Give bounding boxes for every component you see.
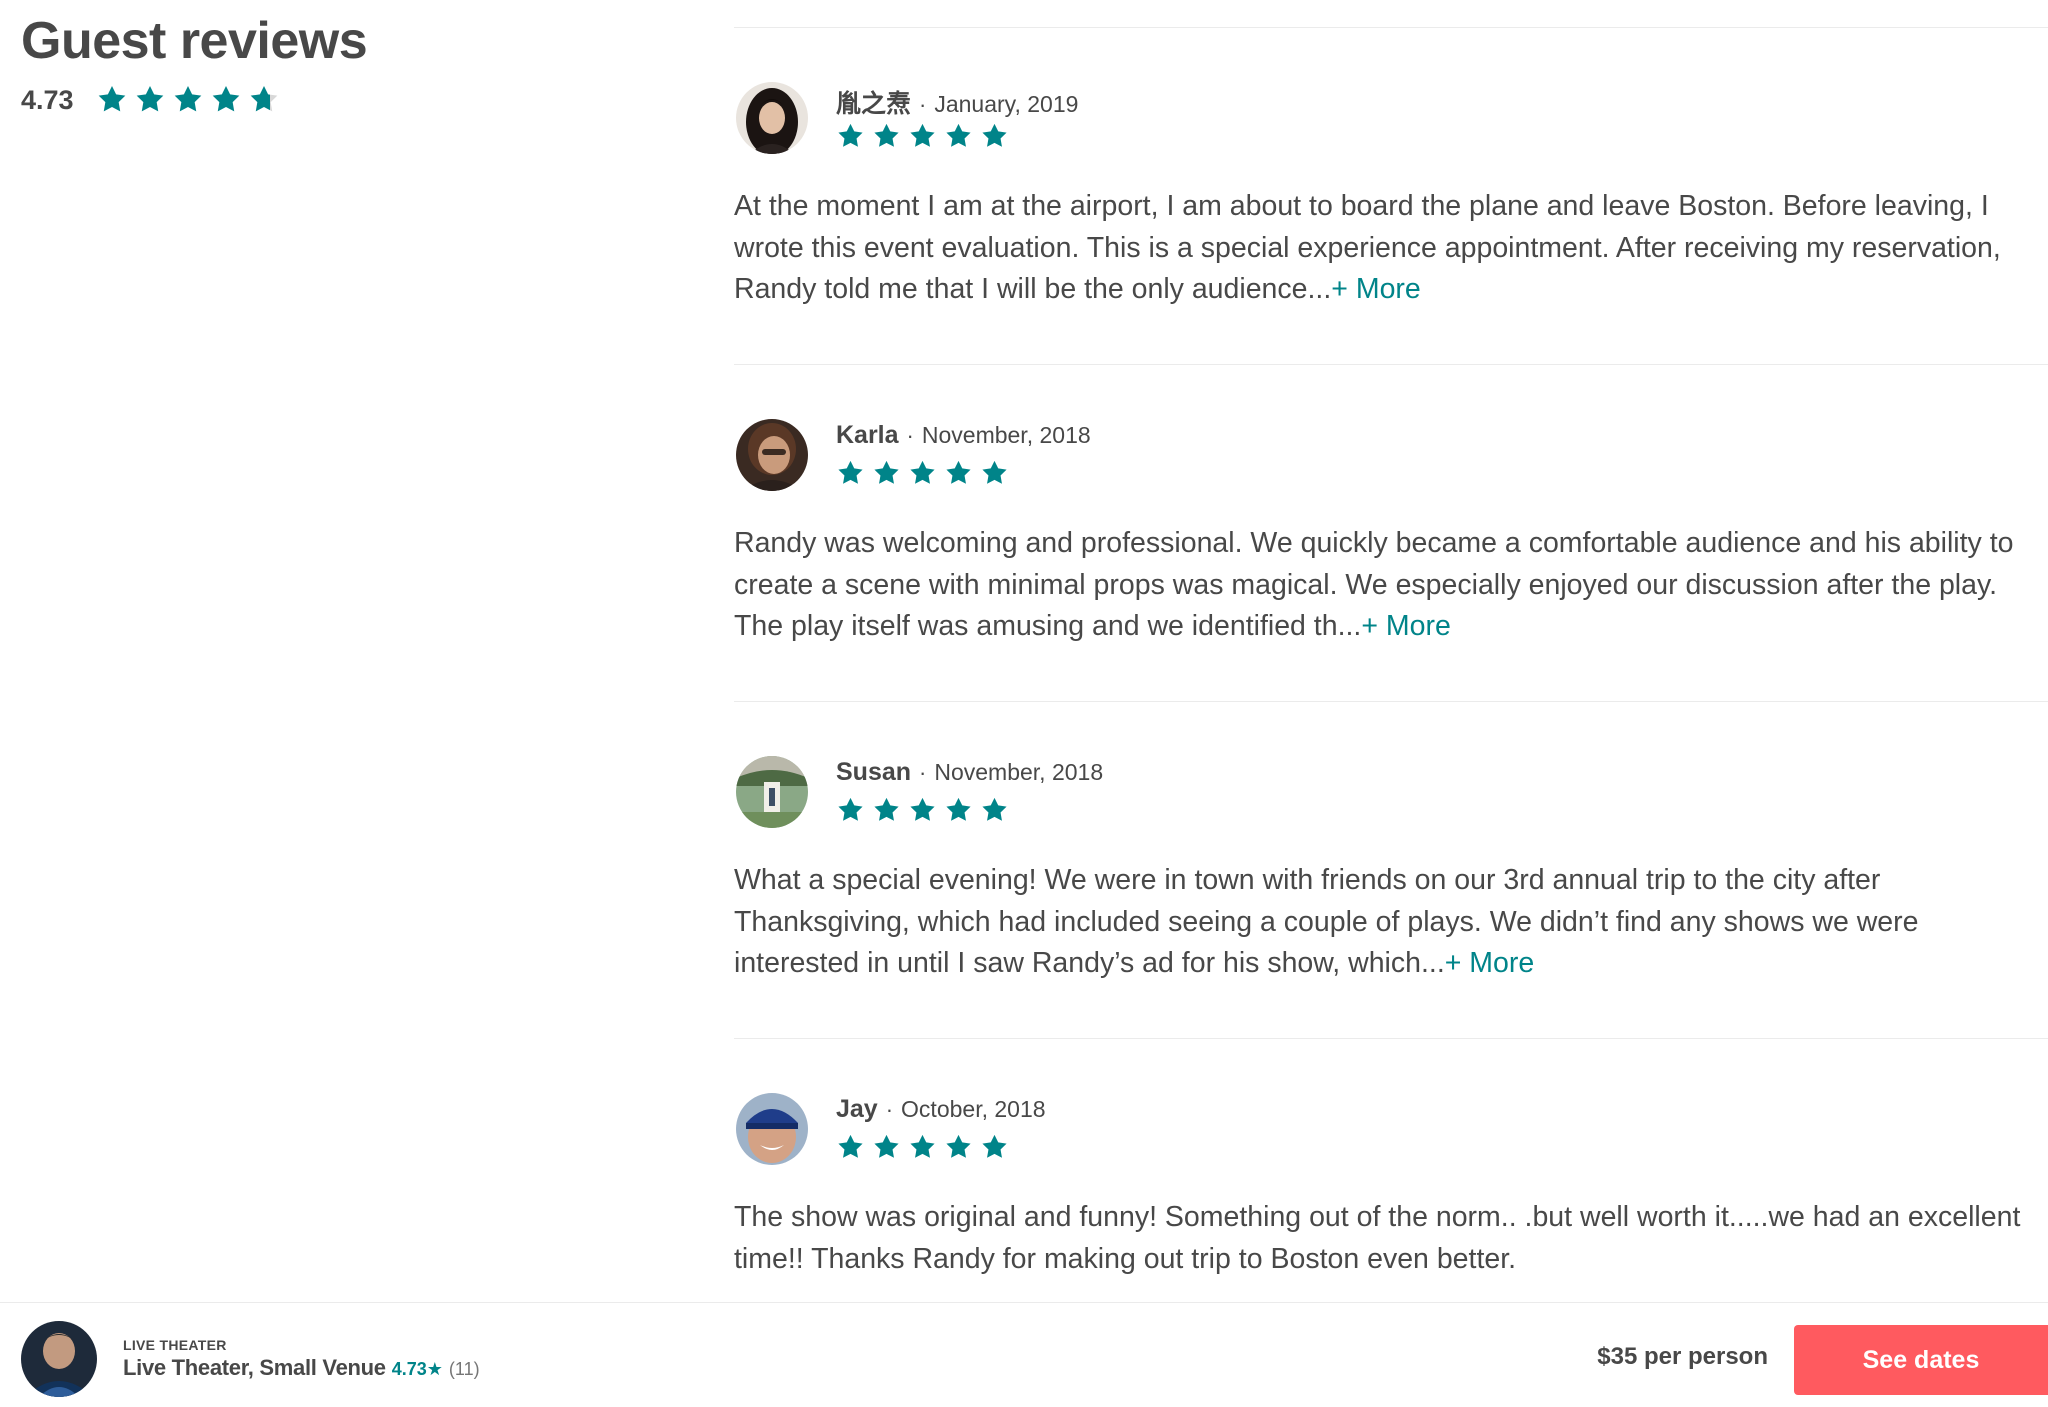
review-star-rating xyxy=(836,796,1016,825)
read-more-link[interactable]: + More xyxy=(1445,947,1535,979)
reviewer-name[interactable]: 胤之焘 xyxy=(836,84,911,120)
reviewer-avatar[interactable] xyxy=(736,756,808,828)
read-more-link[interactable]: + More xyxy=(1361,610,1451,642)
review-text: What a special evening! We were in town … xyxy=(734,860,2034,985)
listing-review-count: (11) xyxy=(448,1359,480,1379)
listing-rating: 4.73★ xyxy=(391,1359,443,1379)
review-text: At the moment I am at the airport, I am … xyxy=(734,186,2034,311)
review-date: November, 2018 xyxy=(921,422,1091,448)
star-icon xyxy=(836,1133,865,1162)
star-icon xyxy=(980,796,1009,825)
page: Guest reviews 4.73 胤之焘 · January, 2019 A… xyxy=(0,0,2048,1407)
reviewer-avatar[interactable] xyxy=(736,1093,808,1165)
star-icon xyxy=(134,84,166,116)
star-icon xyxy=(980,459,1009,488)
reviews-summary: Guest reviews 4.73 xyxy=(21,8,368,116)
separator-dot: · xyxy=(906,423,914,448)
separator-dot: · xyxy=(919,92,927,117)
read-more-link[interactable]: + More xyxy=(1331,273,1421,305)
star-icon xyxy=(872,459,901,488)
overall-star-rating xyxy=(96,84,286,116)
star-icon xyxy=(872,796,901,825)
review-date: January, 2019 xyxy=(934,91,1079,117)
star-icon xyxy=(908,122,937,151)
review-text: Randy was welcoming and professional. We… xyxy=(734,523,2034,648)
reviews-list: 胤之焘 · January, 2019 At the moment I am a… xyxy=(734,27,2048,1375)
listing-title[interactable]: Live Theater, Small Venue xyxy=(123,1355,386,1381)
star-icon xyxy=(944,1133,973,1162)
star-icon xyxy=(980,1133,1009,1162)
host-avatar[interactable] xyxy=(21,1321,97,1397)
review-star-rating xyxy=(836,1133,1016,1162)
review-item: Karla · November, 2018 Randy was welcomi… xyxy=(734,365,2048,701)
separator-dot: · xyxy=(919,760,927,785)
reviewer-name[interactable]: Susan xyxy=(836,758,911,787)
star-icon xyxy=(96,84,128,116)
price-per-person: $35 per person xyxy=(1597,1343,1768,1370)
reviewer-avatar[interactable] xyxy=(736,419,808,491)
review-star-rating xyxy=(836,122,1016,151)
star-icon xyxy=(172,84,204,116)
review-meta: Susan · November, 2018 xyxy=(836,758,1103,787)
star-icon xyxy=(872,122,901,151)
review-date: October, 2018 xyxy=(901,1096,1046,1122)
separator-dot: · xyxy=(885,1097,894,1122)
star-icon xyxy=(944,796,973,825)
listing-category: LIVE THEATER xyxy=(123,1337,227,1353)
reviewer-name[interactable]: Jay xyxy=(836,1095,878,1124)
review-meta: Karla · November, 2018 xyxy=(836,421,1091,450)
see-dates-button[interactable]: See dates xyxy=(1794,1325,2048,1395)
review-star-rating xyxy=(836,459,1016,488)
overall-rating-value: 4.73 xyxy=(21,84,74,115)
star-icon xyxy=(908,1133,937,1162)
star-icon xyxy=(248,84,280,116)
star-icon xyxy=(836,122,865,151)
review-body: What a special evening! We were in town … xyxy=(734,864,1919,979)
review-body: The show was original and funny! Somethi… xyxy=(734,1201,2021,1275)
review-date: November, 2018 xyxy=(934,759,1104,785)
star-icon xyxy=(210,84,242,116)
star-icon xyxy=(944,122,973,151)
overall-rating: 4.73 xyxy=(21,84,367,116)
review-item: Susan · November, 2018 What a special ev… xyxy=(734,702,2048,1038)
review-item: 胤之焘 · January, 2019 At the moment I am a… xyxy=(734,28,2048,364)
star-icon xyxy=(872,1133,901,1162)
star-icon xyxy=(944,459,973,488)
reviewer-name[interactable]: Karla xyxy=(836,421,899,450)
listing-info: Live Theater, Small Venue 4.73★ (11) xyxy=(123,1355,480,1381)
star-icon xyxy=(980,122,1009,151)
star-icon xyxy=(836,796,865,825)
star-icon xyxy=(908,459,937,488)
star-icon xyxy=(908,796,937,825)
review-meta: Jay · October, 2018 xyxy=(836,1095,1046,1124)
star-icon xyxy=(836,459,865,488)
reviewer-avatar[interactable] xyxy=(736,82,808,154)
page-title: Guest reviews xyxy=(21,12,368,70)
booking-bar: LIVE THEATER Live Theater, Small Venue 4… xyxy=(0,1302,2048,1407)
review-text: The show was original and funny! Somethi… xyxy=(734,1197,2034,1280)
review-meta: 胤之焘 · January, 2019 xyxy=(836,84,1078,120)
